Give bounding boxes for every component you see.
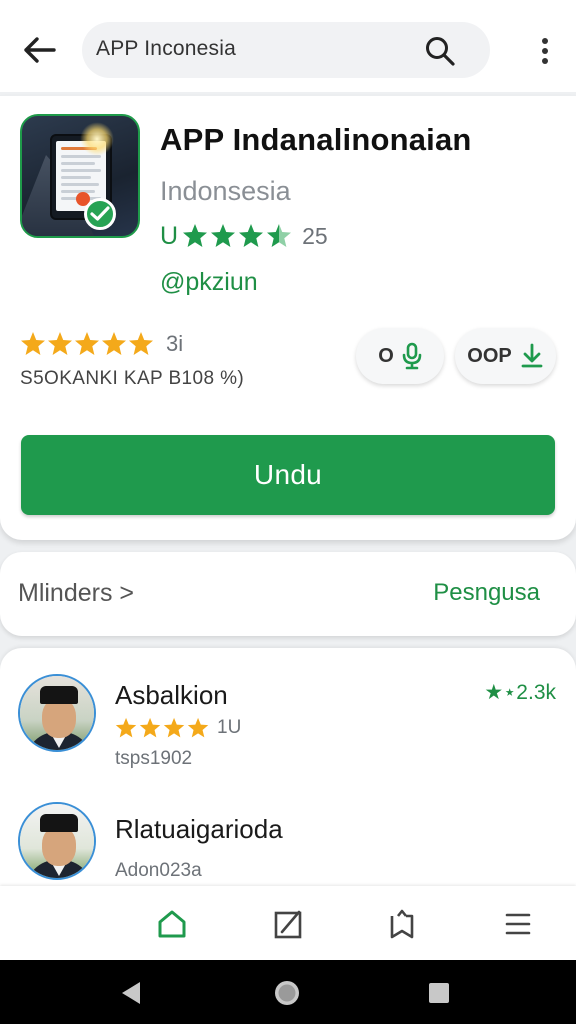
avatar[interactable]	[18, 674, 96, 752]
menu-icon	[505, 913, 531, 935]
back-button[interactable]	[14, 30, 64, 70]
share-pill-button[interactable]: O	[356, 328, 444, 384]
install-button[interactable]: Undu	[21, 435, 555, 515]
edit-icon	[274, 910, 302, 939]
nav-home[interactable]	[152, 906, 192, 942]
section-link-left[interactable]: Mlinders >	[18, 579, 134, 608]
app-subtitle: Indonsesia	[160, 176, 291, 206]
star-icon	[139, 717, 161, 738]
pill-2-label: OOP	[467, 344, 512, 367]
review-date: Adon023a	[115, 860, 202, 881]
app-meta-info: S5OKANKI KAP B108 %)	[20, 368, 245, 389]
star-half-icon	[267, 224, 292, 247]
app-rating: U 25	[160, 220, 328, 252]
search-icon[interactable]	[424, 35, 456, 67]
star-icon	[102, 332, 126, 355]
nav-menu[interactable]	[498, 906, 538, 942]
review-count: 1U	[217, 717, 242, 738]
back-arrow-icon	[24, 37, 56, 63]
mic-icon	[402, 342, 422, 370]
system-home-icon[interactable]	[272, 978, 302, 1008]
bottom-navigation	[0, 886, 576, 960]
bookmark-icon	[390, 909, 414, 939]
nav-bookmark[interactable]	[382, 906, 422, 942]
star-icon	[239, 224, 264, 247]
system-navigation-bar	[0, 960, 576, 1024]
system-back-icon[interactable]	[116, 978, 146, 1008]
search-input[interactable]: APP Inconesia	[82, 22, 490, 78]
review-rating: 1U	[115, 716, 241, 740]
review-author: Rlatuaigarioda	[115, 814, 283, 844]
review-score-badge: ★⋆2.3k	[484, 680, 556, 705]
system-recents-icon[interactable]	[424, 978, 454, 1008]
rating-prefix: U	[160, 221, 179, 250]
avatar[interactable]	[18, 802, 96, 880]
developer-link[interactable]: @pkziun	[160, 268, 258, 297]
section-link-right[interactable]: Pesngusa	[433, 579, 540, 607]
review-author: Asbalkion	[115, 680, 228, 710]
app-details-card: APP Indanalinonaian Indonsesia U 25 @pkz…	[0, 96, 576, 540]
app-bar: APP Inconesia	[0, 8, 576, 92]
review-date: tsps1902	[115, 748, 193, 769]
download-icon	[521, 343, 543, 368]
star-icon	[187, 717, 209, 738]
app-title: APP Indanalinonaian	[160, 122, 472, 157]
star-icon	[211, 224, 236, 247]
star-icon	[21, 332, 45, 355]
status-bar	[0, 0, 576, 8]
download-pill-button[interactable]: OOP	[455, 328, 556, 384]
star-icon	[129, 332, 153, 355]
user-rating-row: 3i	[20, 330, 183, 358]
review-score-text: ★⋆2.3k	[484, 681, 556, 704]
star-icon	[75, 332, 99, 355]
check-badge-icon	[84, 198, 116, 230]
app-icon[interactable]	[20, 114, 140, 238]
more-options-icon[interactable]	[534, 34, 556, 68]
star-icon	[163, 717, 185, 738]
install-button-label: Undu	[253, 459, 323, 490]
rating-count: 25	[302, 222, 328, 249]
nav-edit[interactable]	[268, 906, 308, 942]
section-row-card[interactable]: Mlinders > Pesngusa	[0, 552, 576, 636]
orange-stars	[21, 332, 153, 355]
review-stars-icon	[115, 717, 209, 738]
star-icon	[183, 224, 208, 247]
pill-1-label: O	[378, 344, 394, 367]
star-icon	[115, 717, 137, 738]
home-icon	[158, 910, 186, 938]
user-rating-count: 3i	[166, 331, 184, 356]
star-icon	[48, 332, 72, 355]
search-query: APP Inconesia	[96, 37, 236, 60]
rating-stars	[183, 224, 292, 247]
